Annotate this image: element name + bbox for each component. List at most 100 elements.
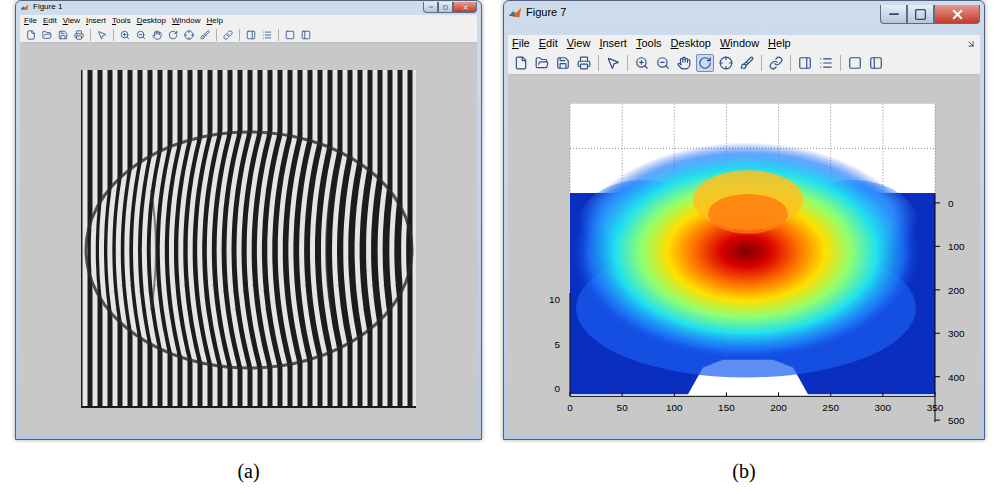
toolbar-button[interactable] <box>796 54 814 72</box>
open-folder-icon <box>42 30 52 40</box>
menu-item[interactable]: Window <box>172 16 200 26</box>
close-button[interactable] <box>453 2 477 13</box>
toolbar-button[interactable] <box>95 28 109 42</box>
x-tick-label: 50 <box>617 402 629 413</box>
maximize-button[interactable] <box>438 2 453 13</box>
matlab-icon <box>508 6 522 20</box>
toolbar-button[interactable] <box>654 54 672 72</box>
minimize-button[interactable] <box>880 5 907 24</box>
title-bar[interactable]: Figure 1 <box>20 1 477 15</box>
toolbar-button[interactable] <box>182 28 196 42</box>
x-tick-label: 100 <box>666 402 683 413</box>
toolbar-button[interactable] <box>738 54 756 72</box>
matlab-icon <box>20 3 29 12</box>
z-tick-label: 10 <box>549 294 561 305</box>
toolbar-button[interactable] <box>150 28 164 42</box>
figure-caption: (a) <box>15 459 482 483</box>
toolbar-button[interactable] <box>221 28 235 42</box>
toolbar-button[interactable] <box>696 54 714 72</box>
new-file-icon <box>514 56 528 70</box>
toolbar-button[interactable] <box>533 54 551 72</box>
toolbar-button[interactable] <box>166 28 180 42</box>
menu-item[interactable]: Help <box>768 37 791 50</box>
toolbar-button[interactable] <box>846 54 864 72</box>
menu-bar: File Edit View Insert Tools Desktop Window Help <box>508 35 980 52</box>
y-tick-label: 400 <box>948 372 965 383</box>
menu-item[interactable]: View <box>567 37 591 50</box>
menu-item[interactable]: Desktop <box>671 37 711 50</box>
menu-item[interactable]: Insert <box>599 37 627 50</box>
window-title: Figure 7 <box>526 6 566 18</box>
y-tick-label: 200 <box>948 285 965 296</box>
fringe-image <box>81 70 416 408</box>
toolbar-button[interactable] <box>198 28 212 42</box>
maximize-button[interactable] <box>907 5 934 24</box>
toolbar-button[interactable] <box>512 54 530 72</box>
legend-icon <box>819 56 833 70</box>
figure-window[interactable]: Figure 7 File Edit View Insert Tools Desktop Wi… <box>503 0 985 440</box>
toolbar <box>20 27 477 43</box>
save-icon <box>556 56 570 70</box>
data-cursor-icon <box>719 56 733 70</box>
caption-row: (a) (b) <box>0 459 1000 483</box>
toolbar-button[interactable] <box>283 28 297 42</box>
legend-icon <box>262 30 272 40</box>
menu-item[interactable]: Window <box>720 37 759 50</box>
menu-item[interactable]: Tools <box>636 37 662 50</box>
toolbar-button[interactable] <box>260 28 274 42</box>
open-folder-icon <box>535 56 549 70</box>
menu-item[interactable]: Insert <box>86 16 106 26</box>
menu-item[interactable]: View <box>63 16 80 26</box>
menu-item[interactable]: Tools <box>112 16 131 26</box>
toolbar-button[interactable] <box>604 54 622 72</box>
toolbar-button[interactable] <box>575 54 593 72</box>
toolbar-button[interactable] <box>554 54 572 72</box>
figure-canvas: 0501001502002503003500510010020030040050… <box>508 75 980 435</box>
maximize-icon <box>443 5 448 10</box>
brush-icon <box>740 56 754 70</box>
menu-item[interactable]: File <box>512 37 530 50</box>
y-tick-label: 500 <box>948 415 965 426</box>
toolbar-button[interactable] <box>72 28 86 42</box>
toolbar-button[interactable] <box>24 28 38 42</box>
menu-item[interactable]: File <box>24 16 37 26</box>
surface-plot[interactable]: 0501001502002503003500510010020030040050… <box>508 75 980 435</box>
toolbar-button[interactable] <box>118 28 132 42</box>
y-tick-label: 0 <box>948 198 954 209</box>
toolbar-button[interactable] <box>675 54 693 72</box>
window-title: Figure 1 <box>33 3 62 12</box>
close-button[interactable] <box>934 5 980 24</box>
x-tick-label: 150 <box>718 402 735 413</box>
dock-arrow-icon[interactable] <box>966 39 976 49</box>
title-bar[interactable]: Figure 7 <box>508 1 980 35</box>
colorbar-icon <box>246 30 256 40</box>
minimize-icon <box>428 4 434 10</box>
toolbar-button[interactable] <box>299 28 313 42</box>
toolbar-button[interactable] <box>717 54 735 72</box>
page: Figure 1 File Edit View Insert Tools Desktop Wi… <box>0 0 1000 494</box>
windows-row: Figure 1 File Edit View Insert Tools Desktop Wi… <box>0 0 1000 440</box>
zoom-out-icon <box>136 30 146 40</box>
figure-caption: (b) <box>503 459 985 483</box>
toolbar-button[interactable] <box>633 54 651 72</box>
toolbar-button[interactable] <box>244 28 258 42</box>
menu-item[interactable]: Edit <box>539 37 558 50</box>
axes <box>570 193 935 422</box>
figure-window[interactable]: Figure 1 File Edit View Insert Tools Desktop Wi… <box>15 0 482 440</box>
toolbar-button[interactable] <box>134 28 148 42</box>
menu-item[interactable]: Desktop <box>137 16 166 26</box>
toolbar-button[interactable] <box>40 28 54 42</box>
x-tick-label: 350 <box>927 402 944 413</box>
toolbar-button[interactable] <box>767 54 785 72</box>
print-icon <box>74 30 84 40</box>
toolbar-button[interactable] <box>867 54 885 72</box>
data-cursor-icon <box>184 30 194 40</box>
menu-item[interactable]: Edit <box>43 16 57 26</box>
x-tick-label: 200 <box>770 402 787 413</box>
fringe-stripes <box>85 70 415 406</box>
toolbar-button[interactable] <box>56 28 70 42</box>
menu-item[interactable]: Help <box>206 16 222 26</box>
menu-bar: File Edit View Insert Tools Desktop Window Help <box>20 15 477 27</box>
minimize-button[interactable] <box>423 2 438 13</box>
toolbar-button[interactable] <box>817 54 835 72</box>
